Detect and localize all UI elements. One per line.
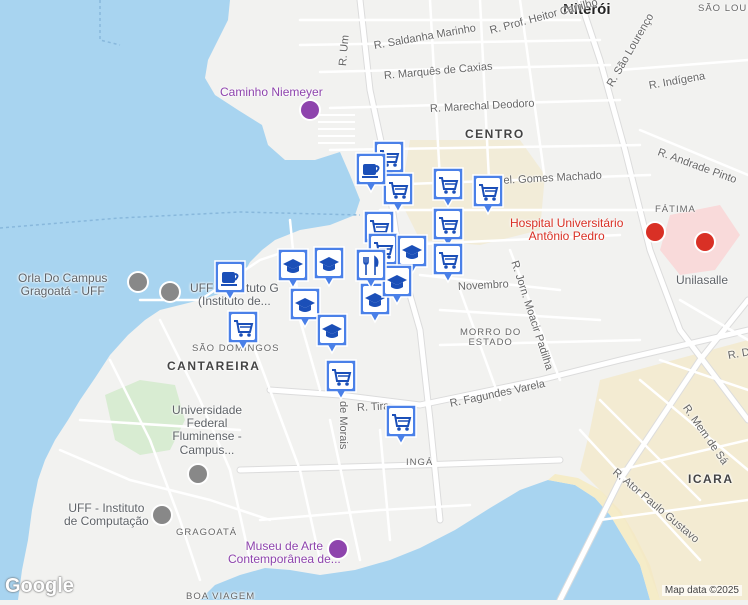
- school-icon[interactable]: [189, 465, 207, 483]
- coffee-cup-icon: [214, 260, 246, 302]
- restaurant-marker[interactable]: [353, 246, 389, 290]
- graduation-cap-icon: [277, 248, 309, 290]
- school-marker[interactable]: [314, 311, 350, 355]
- shopping-cart-icon: [227, 310, 259, 352]
- shopping-cart-icon: [325, 359, 357, 401]
- hospital-icon[interactable]: [696, 233, 714, 251]
- poi-caminho-niemeyer[interactable]: Caminho Niemeyer: [220, 85, 323, 99]
- poi-mac[interactable]: Museu de Arte Contemporânea de...: [228, 539, 341, 566]
- school-marker[interactable]: [311, 244, 347, 288]
- hospital-icon[interactable]: [646, 223, 664, 241]
- shopping-cart-icon: [432, 242, 464, 284]
- google-logo[interactable]: Google: [5, 575, 74, 598]
- shopping-cart-marker[interactable]: [323, 357, 359, 401]
- shopping-cart-marker[interactable]: [470, 172, 506, 216]
- shopping-cart-icon: [432, 167, 464, 209]
- street-de-morais: de Morais: [337, 401, 350, 450]
- district-boa-viagem: BOA VIAGEM: [186, 591, 256, 602]
- poi-uff-computacao[interactable]: UFF - Instituto de Computação: [64, 501, 149, 528]
- cafe-marker[interactable]: [353, 150, 389, 194]
- school-marker[interactable]: [275, 246, 311, 290]
- district-inga: INGÁ: [406, 457, 434, 468]
- map-canvas[interactable]: Niterói CENTRO FÁTIMA SÃO DOMINGOS CANTAREIR…: [0, 0, 748, 604]
- district-sao-lourenco: SÃO LOUR: [698, 3, 748, 14]
- graduation-cap-icon: [316, 313, 348, 355]
- district-gragoata: GRAGOATÁ: [176, 527, 238, 538]
- school-icon[interactable]: [129, 273, 147, 291]
- school-icon[interactable]: [153, 506, 171, 524]
- shopping-cart-marker[interactable]: [225, 308, 261, 352]
- shopping-cart-marker[interactable]: [383, 402, 419, 446]
- cafe-marker[interactable]: [212, 258, 248, 302]
- district-icarai: ICARA: [688, 472, 734, 486]
- fork-knife-icon: [355, 248, 387, 290]
- coffee-cup-icon: [355, 152, 387, 194]
- district-centro: CENTRO: [465, 127, 525, 141]
- map-attribution[interactable]: Map data ©2025: [661, 585, 742, 596]
- shopping-cart-marker[interactable]: [430, 240, 466, 284]
- poi-hospital[interactable]: Hospital Universitário Antônio Pedro: [510, 216, 623, 243]
- school-icon[interactable]: [161, 283, 179, 301]
- shopping-cart-marker[interactable]: [430, 165, 466, 209]
- district-morro-do-estado: MORRO DO ESTADO: [460, 327, 522, 349]
- museum-icon[interactable]: [329, 540, 347, 558]
- district-fatima: FÁTIMA: [655, 204, 696, 215]
- poi-orla[interactable]: Orla Do Campus Gragoatá - UFF: [18, 271, 107, 298]
- poi-uff-federal[interactable]: Universidade Federal Fluminense - Campus...: [172, 403, 242, 457]
- district-cantareira: CANTAREIRA: [167, 359, 261, 373]
- graduation-cap-icon: [313, 246, 345, 288]
- poi-unilasalle[interactable]: Unilasalle: [676, 273, 728, 287]
- museum-icon[interactable]: [301, 101, 319, 119]
- shopping-cart-icon: [472, 174, 504, 216]
- shopping-cart-icon: [385, 404, 417, 446]
